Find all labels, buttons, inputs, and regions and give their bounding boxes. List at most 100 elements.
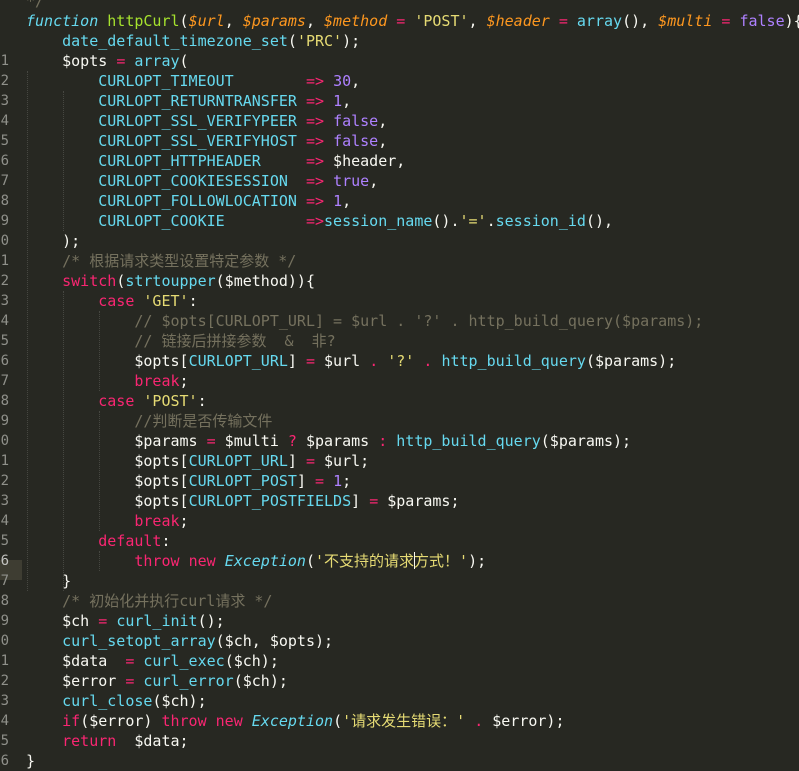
code-token: http_build_query <box>396 432 541 450</box>
line-number: 1 <box>0 653 9 669</box>
code-text: return $data; <box>26 731 188 751</box>
code-token: = <box>558 12 568 30</box>
code-token: => <box>305 92 325 110</box>
code-token: 方式！' <box>414 552 469 570</box>
code-line[interactable]: 0 $params = $multi ? $params : http_buil… <box>0 431 799 451</box>
code-token: 1 <box>333 92 343 110</box>
code-token: => <box>305 172 325 190</box>
code-line[interactable]: 6 CURLOPT_HTTPHEADER => $header, <box>0 151 799 171</box>
line-number: 6 <box>0 153 9 169</box>
code-token: $url <box>315 352 370 370</box>
code-line[interactable]: 2 $opts[CURLOPT_POST] = 1; <box>0 471 799 491</box>
code-line[interactable]: 4 if($error) throw new Exception('请求发生错误… <box>0 711 799 731</box>
code-line[interactable]: 5 default: <box>0 531 799 551</box>
code-line[interactable]: date_default_timezone_set('PRC'); <box>0 31 799 51</box>
code-line[interactable]: 8 CURLOPT_FOLLOWLOCATION => 1, <box>0 191 799 211</box>
code-token: $url <box>188 12 225 30</box>
code-line[interactable]: 3 $opts[CURLOPT_POSTFIELDS] = $params; <box>0 491 799 511</box>
code-line[interactable]: function httpCurl($url, $params, $method… <box>0 11 799 31</box>
code-token: ($method)){ <box>215 272 315 290</box>
code-token: '=' <box>459 212 487 230</box>
code-token: ($params); <box>540 432 632 450</box>
code-token: case <box>98 392 135 410</box>
code-line[interactable]: 3 case 'GET': <box>0 291 799 311</box>
code-line[interactable]: 3 CURLOPT_RETURNTRANSFER => 1, <box>0 91 799 111</box>
code-line[interactable]: 6 $opts[CURLOPT_URL] = $url . '?' . http… <box>0 351 799 371</box>
code-line[interactable]: 5 // 链接后拼接参数 & 非? <box>0 331 799 351</box>
code-line[interactable]: 0 curl_setopt_array($ch, $opts); <box>0 631 799 651</box>
code-line[interactable]: 0 ); <box>0 231 799 251</box>
code-token: curl_exec <box>143 652 225 670</box>
code-token: $opts[ <box>26 472 189 490</box>
code-line[interactable]: 2 switch(strtoupper($method)){ <box>0 271 799 291</box>
code-line[interactable]: 9 CURLOPT_COOKIE =>session_name().'='.se… <box>0 211 799 231</box>
code-line[interactable]: 7 } <box>0 571 799 591</box>
code-text: CURLOPT_RETURNTRANSFER => 1, <box>26 91 351 111</box>
code-line[interactable]: 5 return $data; <box>0 731 799 751</box>
code-line[interactable]: 9 //判断是否传输文件 <box>0 411 799 431</box>
code-token: ] <box>351 492 370 510</box>
code-token: 1 <box>333 472 343 490</box>
code-line[interactable]: 4 break; <box>0 511 799 531</box>
code-token: : <box>188 292 198 310</box>
code-token: ( <box>179 52 189 70</box>
code-token: . <box>369 352 379 370</box>
line-number: 1 <box>0 253 9 269</box>
code-line[interactable]: 2 $error = curl_error($ch); <box>0 671 799 691</box>
code-token: = <box>315 472 325 490</box>
code-line[interactable]: 4 CURLOPT_SSL_VERIFYPEER => false, <box>0 111 799 131</box>
code-line[interactable]: 1 $data = curl_exec($ch); <box>0 651 799 671</box>
code-token: function <box>26 12 99 30</box>
code-line[interactable]: 2 CURLOPT_TIMEOUT => 30, <box>0 71 799 91</box>
code-editor[interactable]: */function httpCurl($url, $params, $meth… <box>0 0 799 771</box>
line-number: 0 <box>0 633 9 649</box>
code-token: date_default_timezone_set <box>62 32 288 50</box>
code-token: = <box>305 452 315 470</box>
code-token: ($ch); <box>224 652 279 670</box>
code-line[interactable]: 7 CURLOPT_COOKIESESSION => true, <box>0 171 799 191</box>
code-token: , <box>305 12 325 30</box>
code-line[interactable]: 1 /* 根据请求类型设置特定参数 */ <box>0 251 799 271</box>
line-number: 1 <box>0 453 9 469</box>
code-line[interactable]: 4 // $opts[CURLOPT_URL] = $url . '?' . h… <box>0 311 799 331</box>
line-number: 2 <box>0 273 9 289</box>
code-line[interactable]: 5 CURLOPT_SSL_VERIFYHOST => false, <box>0 131 799 151</box>
indent-guide <box>63 91 65 231</box>
code-token: => <box>305 72 325 90</box>
code-token: $url; <box>315 452 370 470</box>
line-number: 4 <box>0 313 9 329</box>
code-token: $opts[ <box>26 452 189 470</box>
code-token: $params; <box>378 492 460 510</box>
code-token: new <box>215 712 243 730</box>
code-token: $multi <box>215 432 288 450</box>
code-line[interactable]: 1 $opts[CURLOPT_URL] = $url; <box>0 451 799 471</box>
code-line[interactable]: 6 throw new Exception('不支持的请求方式！'); <box>0 551 799 571</box>
code-token: (). <box>432 212 460 230</box>
code-line[interactable]: 6} <box>0 751 799 771</box>
code-token: = <box>98 612 108 630</box>
code-line[interactable]: 1 $opts = array( <box>0 51 799 71</box>
line-number: 3 <box>0 693 9 709</box>
code-token: array <box>576 12 623 30</box>
code-line[interactable]: 3 curl_close($ch); <box>0 691 799 711</box>
code-line[interactable]: 7 break; <box>0 371 799 391</box>
code-line[interactable]: 8 /* 初始化并执行curl请求 */ <box>0 591 799 611</box>
code-token: => <box>305 112 325 130</box>
code-token: http_build_query <box>441 352 586 370</box>
code-token: CURLOPT_SSL_VERIFYHOST <box>98 132 297 150</box>
code-token: false <box>739 12 785 30</box>
code-token: // 链接后拼接参数 & 非? <box>134 332 336 350</box>
line-number: 5 <box>0 333 9 349</box>
code-line[interactable]: 9 $ch = curl_init(); <box>0 611 799 631</box>
code-token: ( <box>179 12 189 30</box>
code-line[interactable]: */ <box>0 0 799 11</box>
line-number: 8 <box>0 593 9 609</box>
code-line[interactable]: 8 case 'POST': <box>0 391 799 411</box>
code-token: ($ch, $opts); <box>215 632 334 650</box>
